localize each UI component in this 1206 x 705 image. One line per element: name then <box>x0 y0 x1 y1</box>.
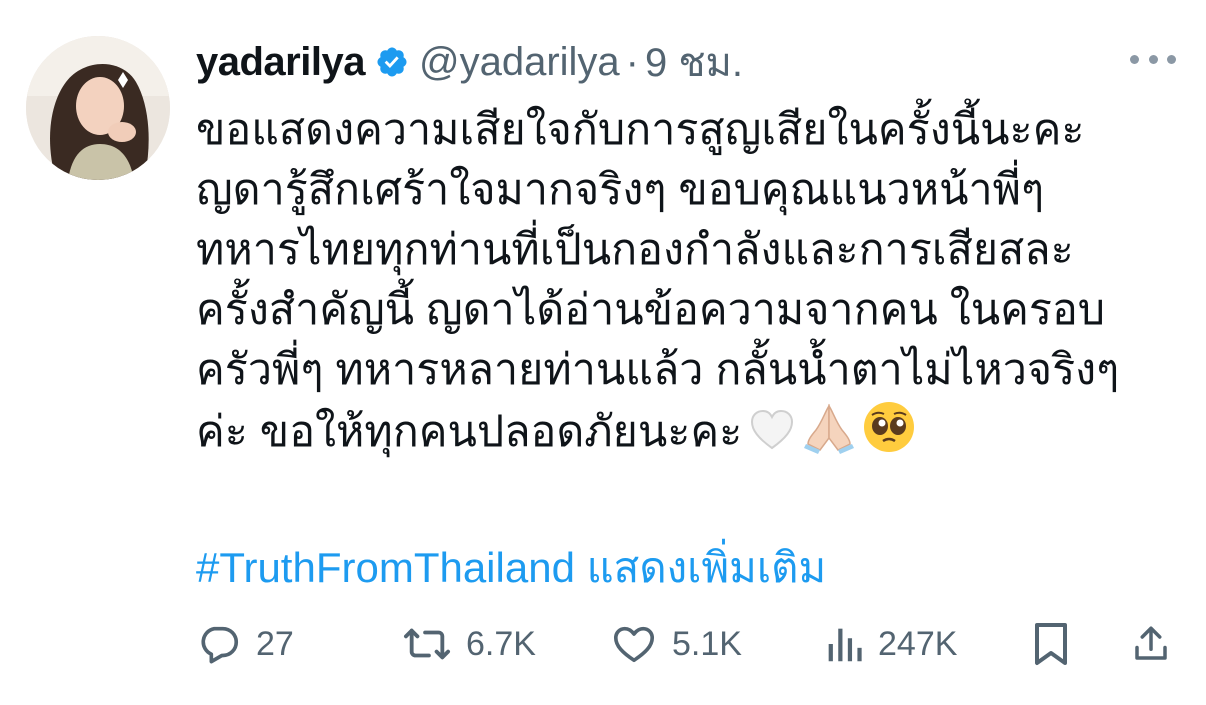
bookmark-button[interactable] <box>1030 612 1072 676</box>
verified-badge-icon <box>375 45 409 79</box>
repost-icon <box>403 628 450 660</box>
tweet-text-line: ครัวพี่ๆ ทหารหลายท่านแล้ว กลั้นน้ำตาไม่ไ… <box>196 346 1120 394</box>
like-button[interactable]: 5.1K <box>610 612 742 676</box>
tweet-text-line-last: ค่ะ ขอให้ทุกคนปลอดภัยนะคะ <box>196 400 1176 470</box>
like-count: 5.1K <box>672 624 742 663</box>
avatar[interactable] <box>26 36 170 180</box>
tweet-text-line: ทหารไทยทุกท่านที่เป็นกองกำลังและการเสียส… <box>196 226 1074 274</box>
action-bar: 27 6.7K 5.1K 247K <box>196 612 1176 676</box>
bookmark-icon <box>1035 623 1067 665</box>
more-dot-icon <box>1167 54 1176 64</box>
hashtag-link[interactable]: #TruthFromThailand <box>196 544 575 591</box>
show-more-link[interactable]: แสดงเพิ่มเติม <box>587 544 827 591</box>
separator-dot: · <box>625 39 639 84</box>
timestamp[interactable]: 9 ชม. <box>645 30 743 94</box>
views-button[interactable]: 247K <box>824 612 957 676</box>
hashtag-row: #TruthFromThailand แสดงเพิ่มเติม <box>196 540 826 596</box>
pleading-face-icon <box>862 400 916 470</box>
repost-button[interactable]: 6.7K <box>402 612 536 676</box>
view-count: 247K <box>878 624 958 663</box>
tweet-text-line: ค่ะ ขอให้ทุกคนปลอดภัยนะคะ <box>196 408 743 456</box>
avatar-photo <box>26 36 170 180</box>
reply-count: 27 <box>256 624 294 663</box>
reply-icon <box>201 626 239 664</box>
tweet-text-line: ญดารู้สึกเศร้าใจมากจริงๆ ขอบคุณแนวหน้าพี… <box>196 166 1045 214</box>
tweet-text: ขอแสดงความเสียใจกับการสูญเสียในครั้งนี้น… <box>196 100 1176 470</box>
reply-button[interactable]: 27 <box>196 612 294 676</box>
handle[interactable]: @yadarilya <box>419 40 620 85</box>
display-name[interactable]: yadarilya <box>196 40 365 85</box>
tweet-text-line: ขอแสดงความเสียใจกับการสูญเสียในครั้งนี้น… <box>196 106 1085 154</box>
more-options-button[interactable] <box>1130 44 1176 74</box>
more-dot-icon <box>1148 54 1158 64</box>
tweet-header: yadarilya @yadarilya · 9 ชม. <box>196 36 743 88</box>
folded-hands-icon <box>802 400 856 470</box>
more-dot-icon <box>1130 54 1139 64</box>
repost-count: 6.7K <box>466 624 536 663</box>
share-icon <box>1135 626 1167 660</box>
tweet-text-line: ครั้งสำคัญนี้ ญดาได้อ่านข้อความจากคน ในค… <box>196 286 1106 334</box>
views-icon <box>828 628 862 662</box>
heart-icon <box>613 626 655 663</box>
share-button[interactable] <box>1130 612 1172 676</box>
white-heart-icon <box>748 406 796 470</box>
